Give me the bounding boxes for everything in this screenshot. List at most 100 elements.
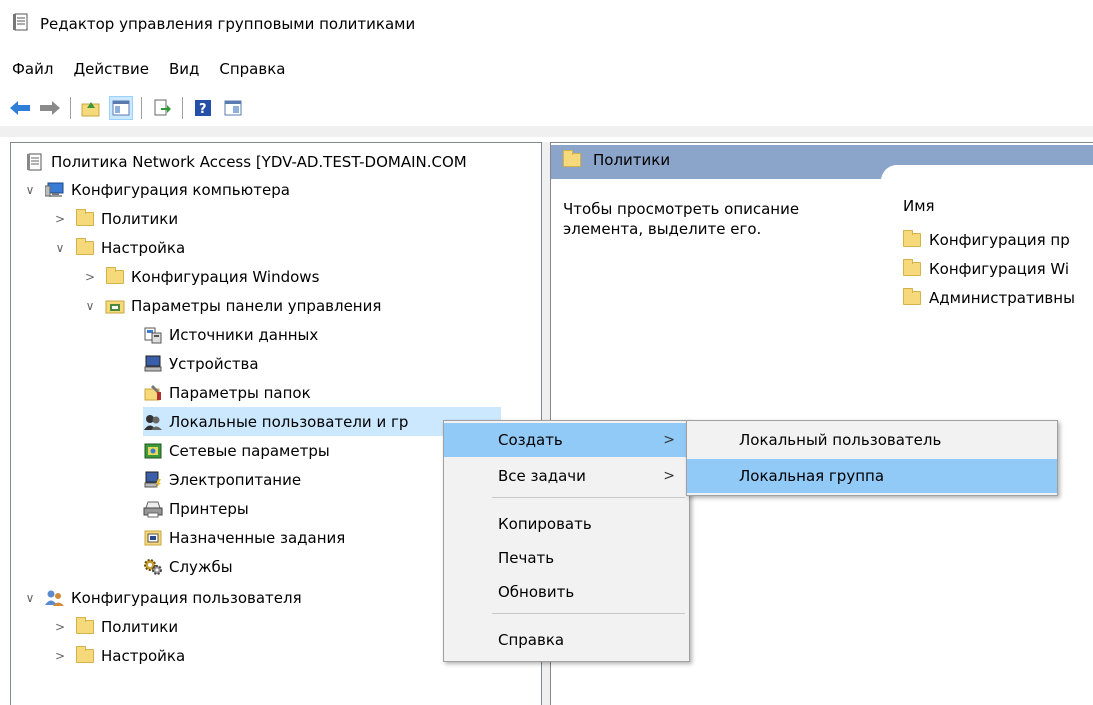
chevron-right-icon[interactable]: >: [53, 649, 67, 663]
up-folder-icon[interactable]: [79, 96, 103, 120]
properties-icon[interactable]: [221, 96, 245, 120]
menu-item-local-user[interactable]: Локальный пользователь: [687, 423, 1057, 457]
menu-item-label: Локальная группа: [739, 467, 885, 485]
menu-item-label: Печать: [498, 549, 555, 567]
menu-separator: [492, 497, 685, 498]
tree-label: Конфигурация компьютера: [71, 180, 290, 199]
tree-windows-config[interactable]: > Конфигурация Windows: [83, 262, 319, 291]
menu-view[interactable]: Вид: [169, 60, 199, 78]
column-header-name[interactable]: Имя: [903, 197, 935, 215]
tree-label: Службы: [169, 557, 233, 576]
folder-icon: [75, 616, 95, 636]
tree-item-network-options[interactable]: Сетевые параметры: [143, 436, 330, 465]
chevron-down-icon[interactable]: ∨: [53, 241, 67, 255]
tree-label: Устройства: [169, 354, 259, 373]
menu-item-label: Обновить: [498, 583, 575, 601]
tree-computer-config[interactable]: ∨ Конфигурация компьютера: [23, 175, 290, 204]
tree-settings[interactable]: ∨ Настройка: [53, 233, 185, 262]
show-tree-icon[interactable]: [109, 96, 133, 120]
tree-label: Настройка: [101, 238, 186, 257]
menu-item-label: Создать: [498, 431, 563, 449]
list-item-label: Конфигурация Wi: [929, 260, 1070, 278]
menu-help[interactable]: Справка: [219, 60, 285, 78]
export-list-icon[interactable]: [150, 96, 174, 120]
services-gear-icon: [143, 558, 163, 576]
folder-icon: [563, 150, 581, 167]
policy-document-icon: [25, 153, 45, 171]
tree-user-settings[interactable]: > Настройка: [53, 641, 185, 670]
tree-item-power-options[interactable]: Электропитание: [143, 465, 301, 494]
local-users-groups-icon: [143, 413, 163, 431]
tree-item-folder-options[interactable]: Параметры папок: [143, 378, 311, 407]
list-item-label: Административны: [929, 289, 1075, 307]
menu-item-copy[interactable]: Копировать: [444, 507, 689, 541]
back-arrow-icon[interactable]: [8, 96, 32, 120]
gpo-editor-icon: [12, 13, 30, 35]
tree-label: Конфигурация пользователя: [71, 588, 302, 607]
toolbar-separator: [70, 97, 71, 119]
result-pane-header-curve: [881, 165, 1093, 181]
menu-item-label: Справка: [498, 631, 565, 649]
tree-label: Политики: [101, 209, 179, 228]
menu-item-label: Все задачи: [498, 467, 586, 485]
forward-arrow-icon[interactable]: [38, 96, 62, 120]
folder-icon: [105, 266, 125, 286]
tree-label: Электропитание: [169, 470, 302, 489]
tree-user-config[interactable]: ∨ Конфигурация пользователя: [23, 583, 302, 612]
folder-icon: [75, 208, 95, 228]
tree-label: Параметры панели управления: [131, 296, 382, 315]
tree-label: Локальные пользователи и гр: [169, 412, 409, 431]
tree-item-data-sources[interactable]: Источники данных: [143, 320, 318, 349]
menu-file[interactable]: Файл: [12, 60, 53, 78]
submenu-arrow-icon: >: [663, 432, 675, 448]
chevron-right-icon[interactable]: >: [53, 212, 67, 226]
help-icon[interactable]: ?: [191, 96, 215, 120]
window-title: Редактор управления групповыми политикам…: [40, 15, 416, 33]
tree-label: Принтеры: [169, 499, 249, 518]
result-pane-title: Политики: [563, 150, 671, 169]
devices-icon: [143, 355, 163, 373]
menu-item-print[interactable]: Печать: [444, 541, 689, 575]
menu-item-all-tasks[interactable]: Все задачи >: [444, 459, 689, 493]
chevron-down-icon[interactable]: ∨: [23, 591, 37, 605]
tree-label: Назначенные задания: [169, 528, 346, 547]
folder-options-icon: [143, 384, 163, 402]
users-icon: [45, 589, 65, 607]
menu-item-help[interactable]: Справка: [444, 623, 689, 657]
chevron-down-icon[interactable]: ∨: [23, 183, 37, 197]
menu-item-local-group[interactable]: Локальная группа: [687, 459, 1057, 493]
chevron-down-icon[interactable]: ∨: [83, 299, 97, 313]
chevron-right-icon[interactable]: >: [83, 270, 97, 284]
tree-label: Политики: [101, 617, 179, 636]
toolbar-separator: [141, 97, 142, 119]
folder-icon: [903, 259, 921, 276]
folder-icon: [903, 230, 921, 247]
list-item[interactable]: Конфигурация пр: [903, 230, 1070, 249]
list-item-label: Конфигурация пр: [929, 231, 1070, 249]
menu-item-label: Копировать: [498, 515, 592, 533]
tree-user-policies[interactable]: > Политики: [53, 612, 178, 641]
folder-icon: [903, 288, 921, 305]
tree-control-panel[interactable]: ∨ Параметры панели управления: [83, 291, 382, 320]
list-item[interactable]: Административны: [903, 288, 1075, 307]
tree-item-services[interactable]: Службы: [143, 552, 233, 581]
menu-item-refresh[interactable]: Обновить: [444, 575, 689, 609]
title-bar: Редактор управления групповыми политикам…: [0, 0, 1093, 48]
context-menu: Создать > Все задачи > Копировать Печать…: [443, 420, 690, 662]
printer-icon: [143, 500, 163, 518]
menu-bar: Файл Действие Вид Справка: [0, 54, 285, 84]
tree-item-scheduled-tasks[interactable]: Назначенные задания: [143, 523, 345, 552]
create-submenu: Локальный пользователь Локальная группа: [686, 420, 1058, 496]
scheduled-tasks-icon: [143, 529, 163, 547]
tree-item-devices[interactable]: Устройства: [143, 349, 259, 378]
tree-root[interactable]: Политика Network Access [YDV-AD.TEST-DOM…: [25, 147, 467, 176]
toolbar: ?: [8, 94, 245, 122]
tree-policies[interactable]: > Политики: [53, 204, 178, 233]
menu-action[interactable]: Действие: [73, 60, 149, 78]
result-pane-title-text: Политики: [593, 151, 671, 169]
chevron-right-icon[interactable]: >: [53, 620, 67, 634]
list-item[interactable]: Конфигурация Wi: [903, 259, 1070, 278]
menu-item-create[interactable]: Создать >: [444, 423, 689, 457]
tree-item-printers[interactable]: Принтеры: [143, 494, 249, 523]
power-options-icon: [143, 471, 163, 489]
